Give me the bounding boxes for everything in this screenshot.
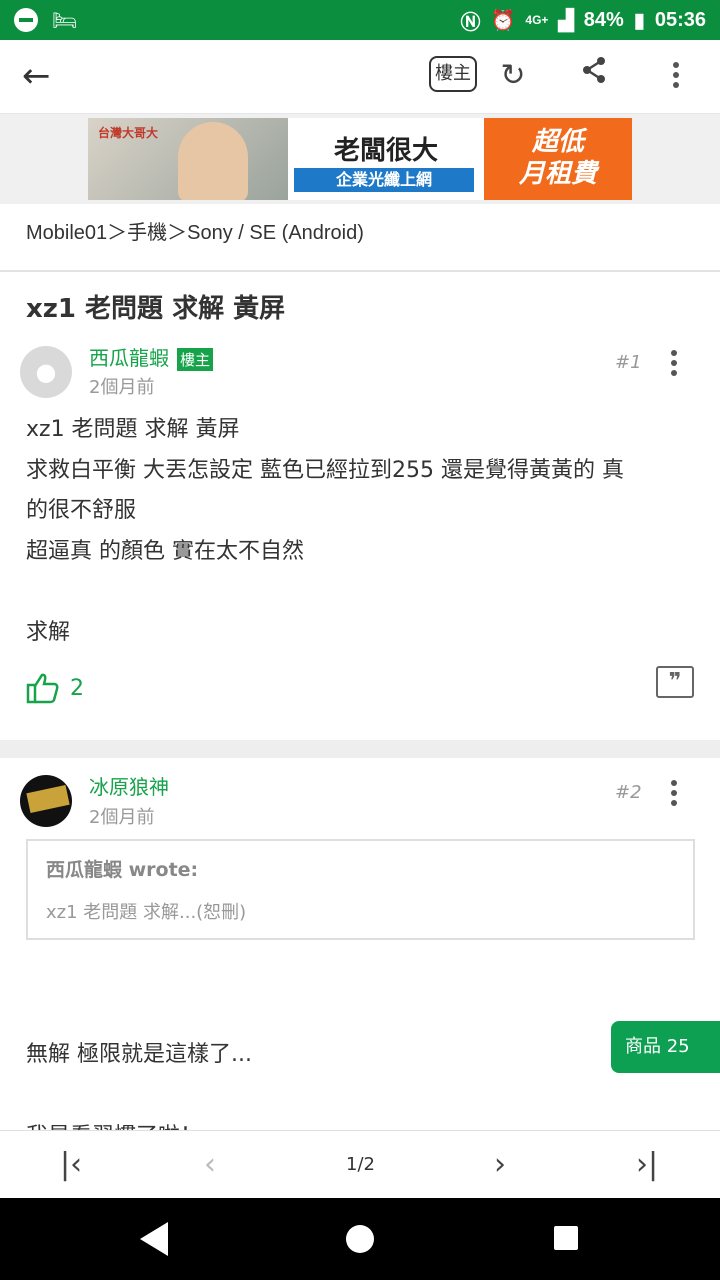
network-type: 4G+ — [525, 13, 549, 27]
battery-percent: 84% — [583, 8, 624, 31]
post-line: 超逼真 的顏色 實在太不自然 — [26, 538, 304, 564]
post-body-cut: 我是看習慣了啦！ — [26, 1118, 202, 1130]
bed-icon: 🛏 — [52, 8, 78, 32]
quote-icon[interactable]: ❞ — [656, 666, 694, 698]
post-body: xz1 老問題 求解 黃屏 求救白平衡 大丟怎設定 藍色已經拉到255 還是覺得… — [26, 410, 696, 653]
op-tag: 樓主 — [177, 348, 214, 371]
op-filter-button[interactable]: 樓主 — [429, 56, 477, 92]
system-nav-bar — [0, 1198, 720, 1280]
post-author[interactable]: 冰原狼神 — [89, 771, 169, 800]
signal-icon: ▟ — [558, 9, 574, 32]
ad-person-image — [178, 122, 248, 200]
quote-block[interactable]: 西瓜龍蝦 wrote: xz1 老問題 求解...(恕刪) — [26, 839, 695, 940]
nav-back-icon[interactable] — [140, 1222, 168, 1256]
clock: 05:36 — [654, 8, 706, 31]
product-button[interactable]: 商品 25 — [611, 1021, 720, 1073]
share-icon[interactable] — [574, 54, 614, 98]
post-line: xz1 老問題 求解 黃屏 — [26, 417, 240, 442]
page-indicator[interactable]: 1/2 — [346, 1154, 375, 1175]
breadcrumb[interactable]: Mobile01＞手機＞Sony / SE (Android) — [26, 216, 364, 245]
last-page-icon[interactable]: ›| — [636, 1145, 658, 1185]
nfc-icon: Ⓝ — [460, 11, 481, 34]
ad-offer-line2: 月租費 — [518, 159, 597, 189]
status-bar: 🛏 Ⓝ ⏰ 4G+ ▟ 84% ▮ 05:36 — [0, 0, 720, 40]
post-number: #2 — [615, 782, 642, 803]
ad-brand: 台灣大哥大 — [98, 126, 159, 140]
refresh-icon[interactable]: ↻ — [493, 54, 533, 98]
like-button[interactable]: 2 — [26, 672, 84, 704]
ad-headline: 老闆很大 — [333, 136, 438, 166]
post-time: 2個月前 — [89, 807, 155, 828]
back-arrow-icon[interactable]: ← — [22, 58, 66, 98]
quote-author: 西瓜龍蝦 wrote: — [46, 859, 199, 881]
divider — [0, 270, 720, 272]
nav-recents-icon[interactable] — [554, 1226, 578, 1250]
post-number: #1 — [615, 352, 642, 373]
ad-offer-line1: 超低 — [531, 127, 584, 157]
post-time: 2個月前 — [89, 377, 155, 398]
more-vert-icon[interactable] — [656, 54, 696, 98]
ad-banner[interactable]: 台灣大哥大 老闆很大 企業光纖上網 超低 月租費 — [88, 118, 632, 200]
top-toolbar: ← 樓主 ↻ — [0, 40, 720, 114]
thumbs-up-icon — [26, 673, 59, 704]
nav-home-icon[interactable] — [346, 1225, 374, 1253]
thread-title: xz1 老問題 求解 黃屏 — [26, 294, 286, 324]
like-count: 2 — [70, 675, 84, 701]
post-more-icon[interactable] — [664, 774, 684, 810]
first-page-icon[interactable]: |‹ — [60, 1145, 82, 1185]
post-line — [26, 572, 696, 613]
post-line: 求救白平衡 大丟怎設定 藍色已經拉到255 還是覺得黃黃的 真 — [26, 457, 624, 483]
pager: |‹ ‹ 1/2 › ›| — [0, 1130, 720, 1198]
author-name[interactable]: 西瓜龍蝦 — [89, 346, 169, 370]
alarm-icon: ⏰ — [490, 9, 516, 32]
post-line: 求解 — [26, 619, 71, 645]
post-author[interactable]: 西瓜龍蝦 樓主 — [89, 342, 214, 371]
ad-banner-area: 台灣大哥大 老闆很大 企業光纖上網 超低 月租費 — [0, 114, 720, 204]
battery-icon: ▮ — [633, 9, 645, 32]
post-line: 的很不舒服 — [26, 498, 137, 523]
avatar[interactable]: ● — [20, 346, 72, 398]
next-page-icon[interactable]: › — [494, 1145, 506, 1185]
quote-text: xz1 老問題 求解...(恕刪) — [46, 902, 247, 923]
post-more-icon[interactable] — [664, 344, 684, 380]
prev-page-icon[interactable]: ‹ — [204, 1145, 216, 1185]
ad-subline: 企業光纖上網 — [294, 168, 474, 192]
post-body: 無解 極限就是這樣了... — [26, 1042, 252, 1067]
avatar[interactable] — [20, 775, 72, 827]
do-not-disturb-icon — [14, 8, 38, 32]
post-separator — [0, 740, 720, 758]
